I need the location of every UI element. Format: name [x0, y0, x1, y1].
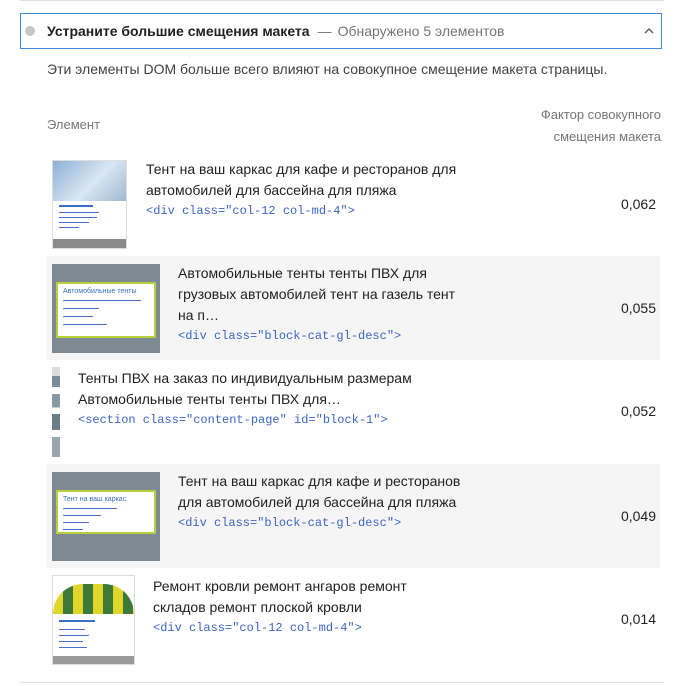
status-dot-icon: [25, 26, 35, 36]
table-row[interactable]: Ремонт кровли ремонт ангаров ремонт скла…: [47, 569, 660, 671]
row-description: Ремонт кровли ремонт ангаров ремонт скла…: [153, 576, 407, 639]
element-screenshot: Автомобильные тенты: [52, 264, 160, 353]
table-row[interactable]: Автомобильные тенты Автомобильные тенты …: [47, 256, 660, 360]
row-description: Тент на ваш каркас для кафе и ресторанов…: [146, 159, 456, 222]
column-header-factor-line1: Фактор совокупного: [540, 107, 661, 122]
audit-description: Эти элементы DOM больше всего влияют на …: [47, 61, 608, 77]
row-description: Тенты ПВХ на заказ по индивидуальным раз…: [78, 368, 412, 431]
top-divider: [20, 0, 664, 1]
chevron-up-icon[interactable]: [643, 25, 655, 37]
table-row[interactable]: Тент на ваш каркас для кафе и ресторанов…: [47, 155, 660, 255]
code-snippet: <section class="content-page" id="block-…: [78, 413, 388, 427]
element-screenshot: [52, 575, 135, 665]
shift-value: 0,014: [620, 611, 656, 627]
audit-separator: —: [317, 23, 332, 39]
audit-found-count: Обнаружено 5 элементов: [337, 23, 505, 39]
shift-value: 0,062: [620, 196, 656, 212]
code-snippet: <div class="col-12 col-md-4">: [153, 621, 362, 635]
audit-title: Устраните большие смещения макета: [47, 23, 310, 39]
table-row[interactable]: Тенты ПВХ на заказ по индивидуальным раз…: [47, 361, 660, 463]
code-snippet: <div class="block-cat-gl-desc">: [178, 516, 402, 530]
column-header-factor: Фактор совокупного смещения макета: [461, 104, 661, 148]
element-screenshot: Тент на ваш каркас: [52, 472, 160, 561]
table-row[interactable]: Тент на ваш каркас Тент на ваш каркас дл…: [47, 464, 660, 568]
bottom-divider: [20, 682, 664, 683]
element-screenshot: [52, 160, 127, 249]
column-header-element: Элемент: [47, 117, 101, 132]
code-snippet: <div class="block-cat-gl-desc">: [178, 329, 402, 343]
column-header-factor-line2: смещения макета: [553, 129, 661, 144]
code-snippet: <div class="col-12 col-md-4">: [146, 204, 355, 218]
shift-value: 0,055: [620, 300, 656, 316]
shift-value: 0,049: [620, 508, 656, 524]
element-screenshot: [52, 367, 60, 457]
audit-header[interactable]: Устраните большие смещения макета — Обна…: [20, 13, 662, 49]
shift-value: 0,052: [620, 403, 656, 419]
row-description: Автомобильные тенты тенты ПВХ для грузов…: [178, 263, 455, 347]
row-description: Тент на ваш каркас для кафе и ресторанов…: [178, 471, 460, 534]
